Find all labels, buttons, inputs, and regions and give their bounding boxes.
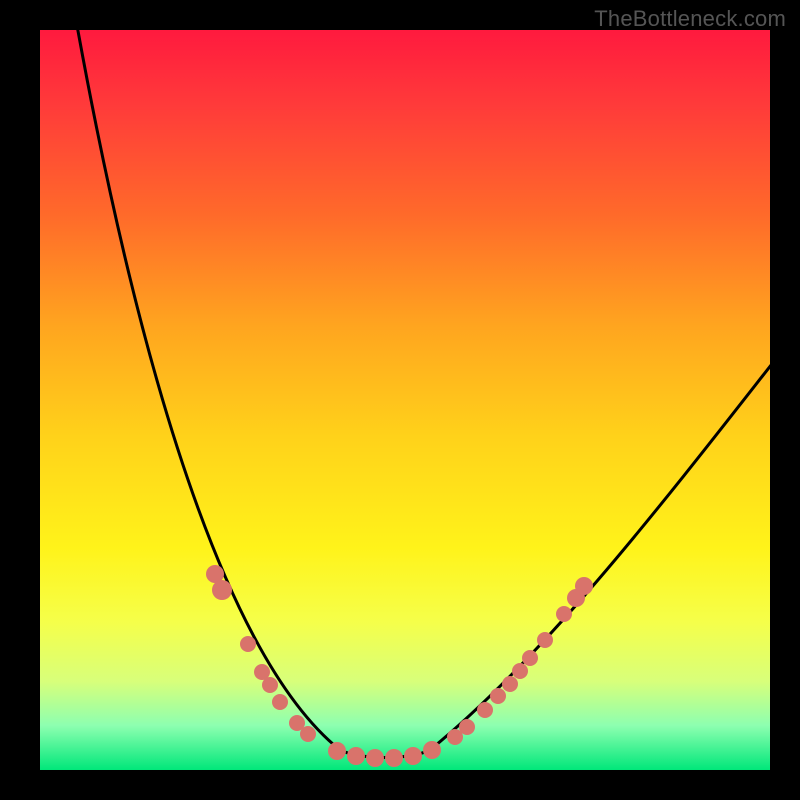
data-marker: [328, 742, 346, 760]
marker-group: [206, 565, 593, 767]
data-marker: [423, 741, 441, 759]
data-marker: [512, 663, 528, 679]
data-marker: [575, 577, 593, 595]
data-marker: [556, 606, 572, 622]
data-marker: [522, 650, 538, 666]
data-marker: [502, 676, 518, 692]
data-marker: [459, 719, 475, 735]
data-marker: [490, 688, 506, 704]
plot-area: [40, 30, 770, 770]
data-marker: [347, 747, 365, 765]
data-marker: [537, 632, 553, 648]
data-marker: [404, 747, 422, 765]
watermark-text: TheBottleneck.com: [594, 6, 786, 32]
chart-frame: TheBottleneck.com: [0, 0, 800, 800]
data-marker: [240, 636, 256, 652]
data-marker: [212, 580, 232, 600]
data-marker: [366, 749, 384, 767]
data-marker: [477, 702, 493, 718]
data-marker: [272, 694, 288, 710]
chart-overlay: [40, 30, 770, 770]
data-marker: [262, 677, 278, 693]
data-marker: [385, 749, 403, 767]
data-marker: [300, 726, 316, 742]
bottleneck-curve: [76, 30, 770, 758]
